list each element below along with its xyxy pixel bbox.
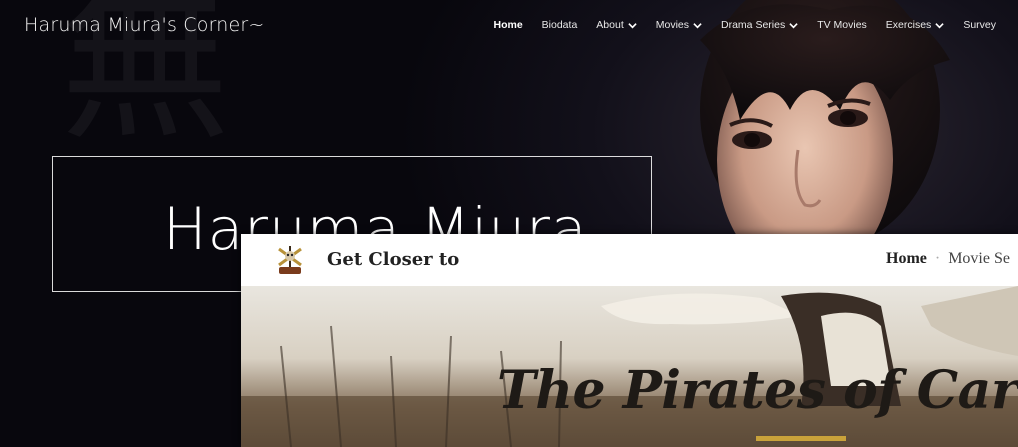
nav-item-about[interactable]: About (596, 19, 637, 31)
nav-item-home[interactable]: Home (493, 19, 522, 31)
nav-item-movies[interactable]: Movies (656, 19, 702, 31)
chevron-down-icon (693, 22, 702, 28)
nav-label: Exercises (885, 19, 932, 31)
pirate-ship-icon[interactable] (275, 243, 305, 277)
front-site-title[interactable]: Get Closer to (327, 249, 459, 270)
nav-label: Movies (655, 19, 690, 31)
chevron-down-icon (628, 22, 637, 28)
nav-label: About (596, 19, 624, 31)
breadcrumb-home-link[interactable]: Home (886, 250, 927, 267)
front-website: Get Closer to Home · Movie Se The Pirates … (241, 234, 1018, 447)
nav-label: Survey (963, 19, 996, 31)
site-title[interactable]: Haruma Miura's Corner~ (24, 14, 265, 36)
chevron-down-icon (789, 22, 798, 28)
movie-banner-image: The Pirates of Caribbe (241, 286, 1018, 447)
nav-label: Drama Series (721, 19, 786, 31)
nav-item-tv-movies[interactable]: TV Movies (817, 19, 867, 31)
nav-item-exercises[interactable]: Exercises (886, 19, 945, 31)
top-navigation-bar: Haruma Miura's Corner~ Home Biodata Abou… (0, 0, 1018, 52)
chevron-down-icon (935, 22, 944, 28)
breadcrumb-current[interactable]: Movie Se (948, 250, 1010, 267)
main-nav: Home Biodata About Movies Drama Series T… (493, 19, 996, 31)
breadcrumb-separator: · (934, 250, 941, 267)
nav-item-drama-series[interactable]: Drama Series (721, 19, 798, 31)
movie-title: The Pirates of Caribbe (497, 360, 1018, 421)
nav-label: Biodata (541, 19, 578, 31)
title-underline-accent (756, 436, 846, 441)
nav-item-survey[interactable]: Survey (963, 19, 996, 31)
breadcrumb: Home · Movie Se (886, 250, 1010, 268)
nav-label: Home (493, 19, 523, 31)
nav-item-biodata[interactable]: Biodata (542, 19, 578, 31)
front-header: Get Closer to Home · Movie Se (241, 234, 1018, 286)
nav-label: TV Movies (817, 19, 867, 31)
